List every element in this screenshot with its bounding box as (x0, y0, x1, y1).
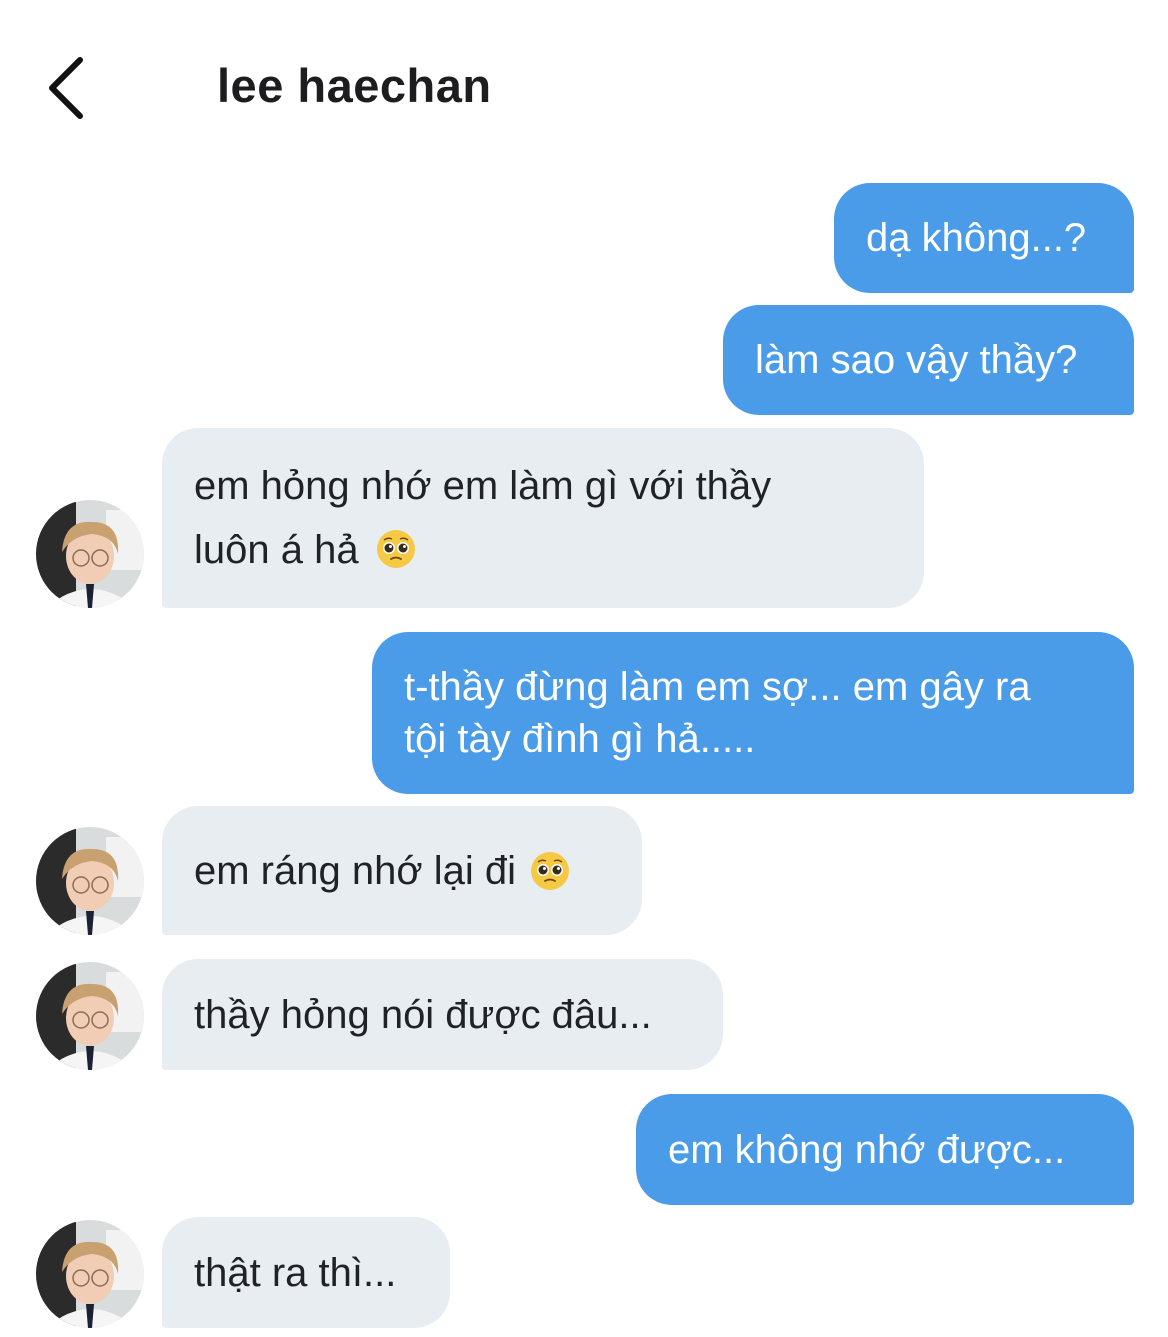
outgoing-message[interactable]: dạ không...? (834, 183, 1134, 293)
contact-name: lee haechan (217, 59, 492, 112)
outgoing-message[interactable]: t-thầy đừng làm em sợ... em gây ra tội t… (372, 632, 1134, 794)
message-text-line-1: t-thầy đừng làm em sợ... em gây ra (404, 665, 1031, 709)
message-text: làm sao vậy thầy? (755, 338, 1078, 382)
avatar[interactable] (36, 1220, 144, 1328)
message-text: em không nhớ được... (668, 1127, 1066, 1172)
message-text: thầy hỏng nói được đâu... (194, 992, 652, 1037)
back-button[interactable] (38, 52, 98, 124)
chat-header: lee haechan (0, 0, 1168, 150)
incoming-message[interactable]: thật ra thì... (162, 1217, 450, 1328)
incoming-message[interactable]: em hỏng nhớ em làm gì với thầy luôn á hả (162, 428, 924, 608)
message-text: em ráng nhớ lại đi (194, 848, 516, 893)
avatar-image (36, 1220, 144, 1328)
avatar-image (36, 962, 144, 1070)
avatar[interactable] (36, 500, 144, 608)
avatar-image (36, 500, 144, 608)
pleading-face-icon (530, 851, 569, 890)
pleading-face-icon (376, 530, 415, 568)
message-text-line-1: em hỏng nhớ em làm gì với thầy (194, 464, 772, 508)
avatar-image (36, 827, 144, 935)
message-text: thật ra thì... (194, 1250, 397, 1295)
avatar[interactable] (36, 827, 144, 935)
message-text: dạ không...? (866, 216, 1087, 260)
chevron-left-icon (49, 57, 83, 119)
outgoing-message[interactable]: làm sao vậy thầy? (723, 305, 1134, 415)
outgoing-message[interactable]: em không nhớ được... (636, 1094, 1134, 1205)
message-text-line-2: luôn á hả (194, 518, 416, 582)
message-text-line-2: tội tày đình gì hả..... (404, 717, 756, 761)
incoming-message[interactable]: thầy hỏng nói được đâu... (162, 959, 723, 1070)
incoming-message[interactable]: em ráng nhớ lại đi (162, 806, 642, 935)
avatar[interactable] (36, 962, 144, 1070)
